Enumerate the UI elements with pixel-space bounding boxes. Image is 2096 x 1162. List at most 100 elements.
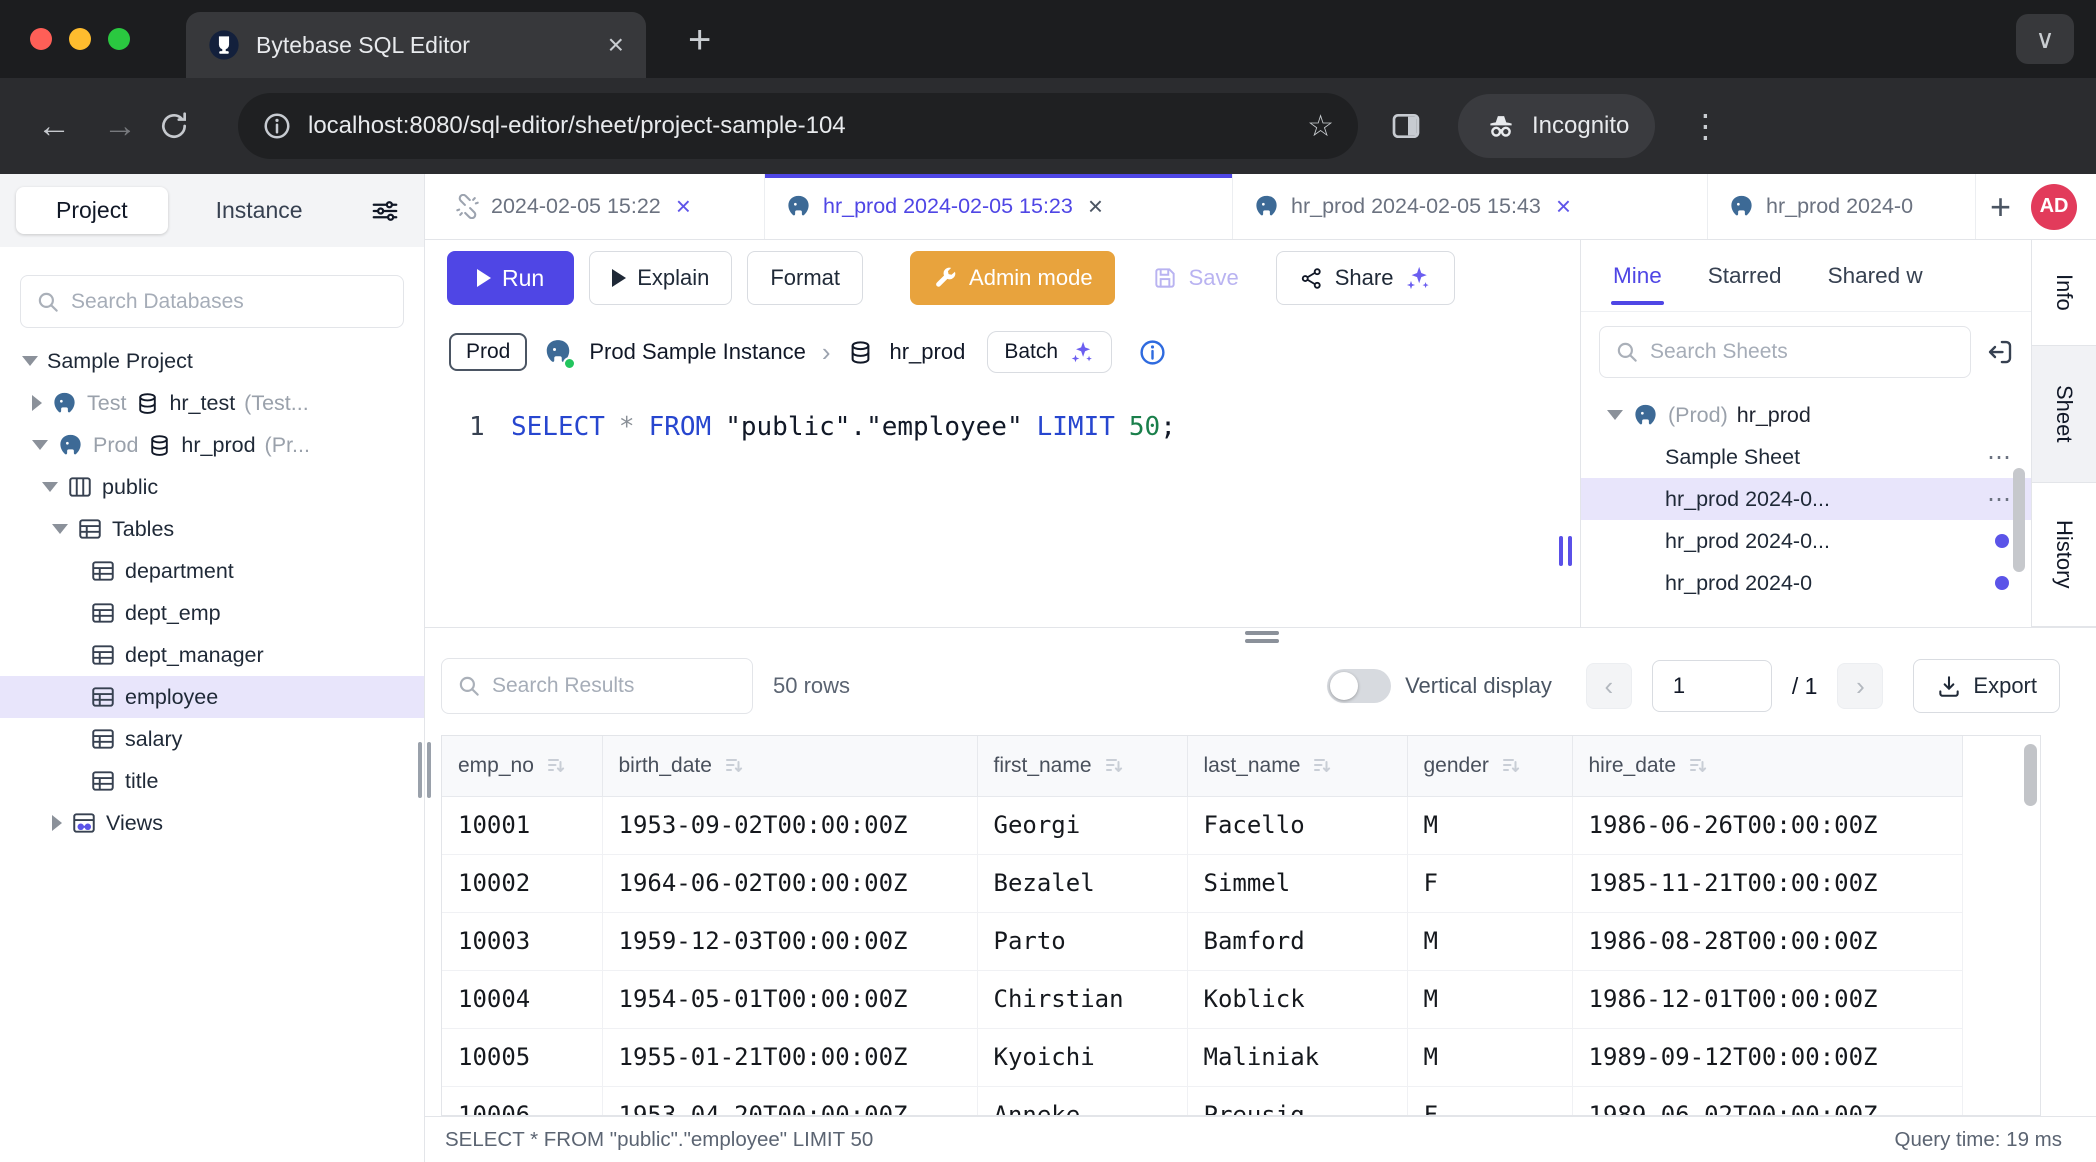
tab-history[interactable]: History <box>2032 483 2096 627</box>
browser-tab[interactable]: Bytebase SQL Editor × <box>186 12 646 78</box>
forward-button[interactable]: → <box>92 107 148 146</box>
cell[interactable]: 1959-12-03T00:00:00Z <box>602 912 977 970</box>
chevron-down-icon[interactable] <box>52 524 68 534</box>
database-search-input[interactable] <box>71 290 389 314</box>
cell[interactable]: 1989-06-02T00:00:00Z <box>1572 1086 1962 1116</box>
chevron-down-icon[interactable] <box>42 482 58 492</box>
address-bar[interactable]: localhost:8080/sql-editor/sheet/project-… <box>238 93 1358 159</box>
cell[interactable]: Simmel <box>1187 854 1407 912</box>
next-page-button[interactable]: › <box>1837 663 1883 709</box>
table-row[interactable]: 100011953-09-02T00:00:00ZGeorgiFacelloM1… <box>442 796 1962 854</box>
page-number-input[interactable] <box>1652 660 1772 712</box>
filter-settings-button[interactable] <box>370 196 400 226</box>
cell[interactable]: 10002 <box>442 854 602 912</box>
share-button[interactable]: Share <box>1276 251 1456 305</box>
sort-icon[interactable] <box>1102 754 1126 778</box>
tree-item-project[interactable]: Sample Project <box>0 340 424 382</box>
sheet-menu-icon[interactable]: ⋯ <box>1987 485 2013 514</box>
close-tab-icon[interactable]: × <box>608 31 624 59</box>
sheet-item[interactable]: hr_prod 2024-0 <box>1581 562 2031 604</box>
instance-name[interactable]: Prod Sample Instance <box>589 339 805 365</box>
zoom-window-button[interactable] <box>108 28 130 50</box>
sql-editor[interactable]: 1 SELECT*FROM"public"."employee"LIMIT50; <box>425 388 1580 627</box>
tree-item-table-employee[interactable]: employee <box>0 676 424 718</box>
table-row[interactable]: 100051955-01-21T00:00:00ZKyoichiMaliniak… <box>442 1028 1962 1086</box>
cell[interactable]: 1986-06-26T00:00:00Z <box>1572 796 1962 854</box>
column-header[interactable]: gender <box>1407 736 1572 796</box>
cell[interactable]: M <box>1407 912 1572 970</box>
vertical-display-toggle[interactable] <box>1327 669 1391 703</box>
tree-item-table-department[interactable]: department <box>0 550 424 592</box>
table-row[interactable]: 100021964-06-02T00:00:00ZBezalelSimmelF1… <box>442 854 1962 912</box>
chevron-down-icon[interactable] <box>1607 410 1623 420</box>
sheet-list-scrollbar[interactable] <box>2013 468 2025 572</box>
close-tab-icon[interactable]: × <box>1556 191 1571 222</box>
results-search[interactable] <box>441 658 753 714</box>
results-resize-divider[interactable] <box>425 628 2096 642</box>
cell[interactable]: 1953-04-20T00:00:00Z <box>602 1086 977 1116</box>
chevron-down-icon[interactable] <box>22 356 38 366</box>
cell[interactable]: Facello <box>1187 796 1407 854</box>
cell[interactable]: Preusig <box>1187 1086 1407 1116</box>
sql-code-line[interactable]: SELECT*FROM"public"."employee"LIMIT50; <box>511 412 1176 442</box>
sort-icon[interactable] <box>1310 754 1334 778</box>
table-row[interactable]: 100031959-12-03T00:00:00ZPartoBamfordM19… <box>442 912 1962 970</box>
minimize-window-button[interactable] <box>69 28 91 50</box>
cell[interactable]: 1985-11-21T00:00:00Z <box>1572 854 1962 912</box>
column-header[interactable]: last_name <box>1187 736 1407 796</box>
database-search[interactable] <box>20 275 404 328</box>
tree-item-hr-test[interactable]: Test hr_test (Test... <box>0 382 424 424</box>
cell[interactable]: 10005 <box>442 1028 602 1086</box>
table-row[interactable]: 100061953-04-20T00:00:00ZAnnekePreusigF1… <box>442 1086 1962 1116</box>
tree-item-schema-public[interactable]: public <box>0 466 424 508</box>
cell[interactable]: Chirstian <box>977 970 1187 1028</box>
back-button[interactable]: ← <box>26 107 82 146</box>
cell[interactable]: Maliniak <box>1187 1028 1407 1086</box>
tab-instance[interactable]: Instance <box>216 197 303 224</box>
cell[interactable]: Anneke <box>977 1086 1187 1116</box>
close-tab-icon[interactable]: × <box>1088 191 1103 222</box>
close-window-button[interactable] <box>30 28 52 50</box>
cell[interactable]: M <box>1407 1028 1572 1086</box>
site-info-icon[interactable] <box>262 111 292 141</box>
tab-info[interactable]: Info <box>2032 240 2096 346</box>
tab-shared[interactable]: Shared w <box>1828 263 1923 289</box>
tab-search-button[interactable]: ∨ <box>2016 14 2074 64</box>
reload-button[interactable] <box>158 110 214 142</box>
new-sheet-button[interactable]: + <box>1976 174 2025 239</box>
sheet-search-input[interactable] <box>1650 340 1956 364</box>
sheet-search[interactable] <box>1599 326 1971 378</box>
export-button[interactable]: Export <box>1913 659 2060 713</box>
cell[interactable]: M <box>1407 970 1572 1028</box>
sidebar-resize-handle[interactable] <box>418 742 432 798</box>
tab-project[interactable]: Project <box>16 187 168 234</box>
cell[interactable]: 10006 <box>442 1086 602 1116</box>
tree-item-table-dept-emp[interactable]: dept_emp <box>0 592 424 634</box>
tab-sheet[interactable]: Sheet <box>2032 346 2096 482</box>
column-header[interactable]: birth_date <box>602 736 977 796</box>
cell[interactable]: Koblick <box>1187 970 1407 1028</box>
environment-chip[interactable]: Prod <box>449 333 527 371</box>
side-panel-button[interactable] <box>1390 110 1422 142</box>
cell[interactable]: 1964-06-02T00:00:00Z <box>602 854 977 912</box>
tree-item-table-dept-manager[interactable]: dept_manager <box>0 634 424 676</box>
column-header[interactable]: hire_date <box>1572 736 1962 796</box>
sort-icon[interactable] <box>1499 754 1523 778</box>
tree-item-tables-group[interactable]: Tables <box>0 508 424 550</box>
cell[interactable]: 10003 <box>442 912 602 970</box>
user-avatar[interactable]: AD <box>2031 184 2077 230</box>
editor-tab-4[interactable]: hr_prod 2024-0 <box>1708 174 1976 239</box>
tree-item-table-salary[interactable]: salary <box>0 718 424 760</box>
cell[interactable]: F <box>1407 854 1572 912</box>
editor-tab-3[interactable]: hr_prod 2024-02-05 15:43 × <box>1233 174 1708 239</box>
sheet-menu-icon[interactable]: ⋯ <box>1987 443 2013 472</box>
cell[interactable]: Parto <box>977 912 1187 970</box>
sheet-group-hr-prod[interactable]: (Prod) hr_prod <box>1581 394 2031 436</box>
close-tab-icon[interactable]: × <box>676 191 691 222</box>
sheet-item[interactable]: hr_prod 2024-0... <box>1581 520 2031 562</box>
editor-tab-1[interactable]: 2024-02-05 15:22 × <box>435 174 765 239</box>
cell[interactable]: Kyoichi <box>977 1028 1187 1086</box>
collapse-panel-icon[interactable] <box>1985 337 2015 367</box>
editor-tab-2-active[interactable]: hr_prod 2024-02-05 15:23 × <box>765 174 1233 239</box>
cell[interactable]: 1954-05-01T00:00:00Z <box>602 970 977 1028</box>
